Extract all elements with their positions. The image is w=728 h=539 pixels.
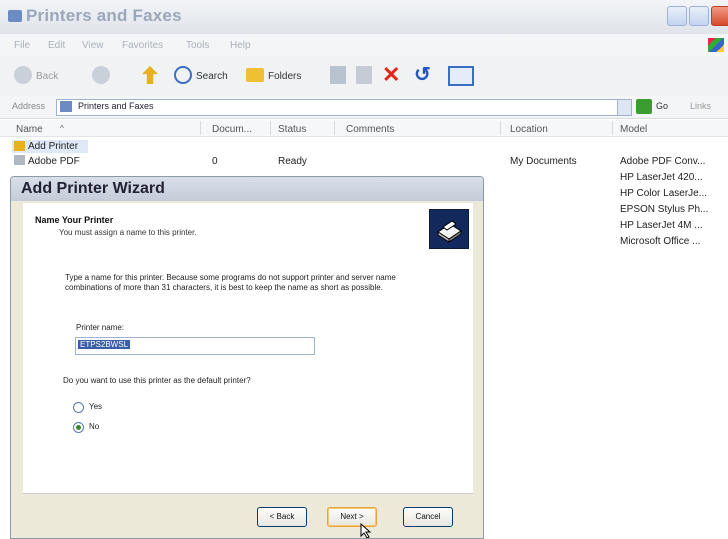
printer-model: Microsoft Office ... bbox=[620, 236, 701, 247]
add-printer-wizard-dialog: Add Printer Wizard Name Your Printer You… bbox=[10, 176, 484, 539]
printer-model: EPSON Stylus Ph... bbox=[620, 204, 709, 215]
menu-view[interactable]: View bbox=[82, 40, 104, 51]
search-icon[interactable] bbox=[174, 66, 192, 84]
printer-model: HP LaserJet 4M ... bbox=[620, 220, 703, 231]
go-button[interactable]: Go bbox=[656, 101, 668, 111]
no-radio[interactable] bbox=[73, 422, 84, 433]
copy-to-icon[interactable] bbox=[356, 66, 372, 84]
printer-model-adobe: Adobe PDF Conv... bbox=[620, 156, 706, 167]
delete-icon[interactable]: ✕ bbox=[382, 64, 400, 86]
no-radio-label[interactable]: No bbox=[89, 422, 99, 431]
printer-wizard-icon bbox=[429, 209, 469, 249]
back-button-wizard[interactable]: < Back bbox=[257, 507, 307, 527]
address-dropdown-icon[interactable] bbox=[617, 99, 632, 116]
forward-arrow-icon[interactable] bbox=[92, 66, 110, 84]
menu-tools[interactable]: Tools bbox=[186, 40, 209, 51]
printer-location-adobe: My Documents bbox=[510, 156, 577, 167]
column-documents[interactable]: Docum... bbox=[212, 124, 252, 135]
back-arrow-icon[interactable] bbox=[14, 66, 32, 84]
column-location[interactable]: Location bbox=[510, 124, 548, 135]
printer-docs-adobe: 0 bbox=[212, 156, 218, 167]
move-to-icon[interactable] bbox=[330, 66, 346, 84]
column-comments[interactable]: Comments bbox=[346, 124, 394, 135]
folders-button[interactable]: Folders bbox=[268, 71, 301, 82]
printer-name-label: Printer name: bbox=[76, 323, 125, 332]
go-arrow-icon[interactable] bbox=[636, 99, 652, 114]
address-value: Printers and Faxes bbox=[78, 101, 154, 111]
column-separator bbox=[612, 121, 613, 135]
menu-bar bbox=[0, 34, 728, 56]
windows-logo-icon bbox=[708, 38, 724, 52]
folders-icon[interactable] bbox=[246, 68, 264, 82]
back-button[interactable]: Back bbox=[36, 71, 58, 82]
yes-radio[interactable] bbox=[73, 402, 84, 413]
maximize-button[interactable] bbox=[689, 6, 709, 26]
column-separator bbox=[500, 121, 501, 135]
cancel-button[interactable]: Cancel bbox=[403, 507, 453, 527]
column-model[interactable]: Model bbox=[620, 124, 647, 135]
printer-name-value[interactable]: ETPS2BWSL bbox=[78, 340, 131, 349]
printer-icon bbox=[14, 155, 25, 165]
printer-model: HP Color LaserJe... bbox=[620, 188, 708, 199]
wizard-subheading: You must assign a name to this printer. bbox=[59, 228, 197, 237]
menu-help[interactable]: Help bbox=[230, 40, 251, 51]
menu-favorites[interactable]: Favorites bbox=[122, 40, 163, 51]
wizard-heading: Name Your Printer bbox=[35, 215, 114, 225]
default-printer-question: Do you want to use this printer as the d… bbox=[63, 376, 251, 385]
views-icon[interactable] bbox=[448, 66, 474, 86]
column-separator bbox=[270, 121, 271, 135]
address-label: Address bbox=[12, 101, 46, 111]
undo-icon[interactable]: ↺ bbox=[414, 64, 431, 86]
printers-small-icon bbox=[60, 101, 72, 112]
wizard-title: Add Printer Wizard bbox=[21, 180, 165, 197]
close-button[interactable] bbox=[711, 6, 728, 26]
window-title: Printers and Faxes bbox=[26, 6, 182, 25]
column-separator bbox=[200, 121, 201, 135]
add-printer-icon bbox=[14, 141, 25, 151]
printer-model: HP LaserJet 420... bbox=[620, 172, 703, 183]
add-printer-item[interactable]: Add Printer bbox=[28, 141, 78, 152]
wizard-footer-divider bbox=[23, 493, 473, 494]
wizard-description: Type a name for this printer. Because so… bbox=[65, 273, 396, 292]
printer-name-adobe[interactable]: Adobe PDF bbox=[28, 156, 80, 167]
search-button[interactable]: Search bbox=[196, 71, 228, 82]
printers-folder-icon bbox=[8, 10, 22, 22]
menu-edit[interactable]: Edit bbox=[48, 40, 65, 51]
column-separator bbox=[334, 121, 335, 135]
column-status[interactable]: Status bbox=[278, 124, 306, 135]
radio-selected-dot bbox=[76, 425, 81, 430]
minimize-button[interactable] bbox=[667, 6, 687, 26]
printer-status-adobe: Ready bbox=[278, 156, 307, 167]
yes-radio-label[interactable]: Yes bbox=[89, 402, 102, 411]
menu-file[interactable]: File bbox=[14, 40, 30, 51]
sort-arrow-icon: ^ bbox=[60, 124, 64, 133]
links-button[interactable]: Links bbox=[690, 101, 711, 111]
column-name[interactable]: Name bbox=[16, 124, 43, 135]
